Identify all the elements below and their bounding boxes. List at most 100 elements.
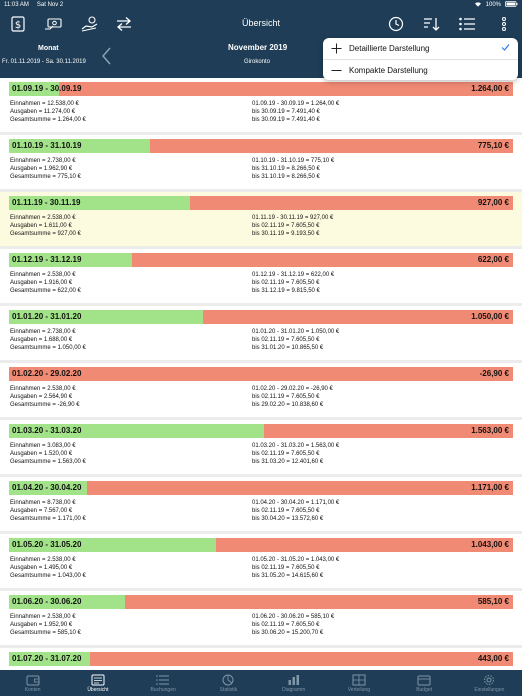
swap-arrows-icon[interactable] — [114, 14, 134, 34]
period-card[interactable]: 01.04.20 - 30.04.20 1.171,00 € Einnahmen =… — [0, 477, 522, 531]
tab-label: Diagramm — [282, 687, 306, 693]
period-card[interactable]: 01.12.19 - 31.12.19 622,00 € Einnahmen = 2… — [0, 249, 522, 303]
tab-label: Budget — [416, 687, 433, 693]
period-card[interactable]: 01.07.20 - 31.07.20443,00 €Einnahmen = 2… — [0, 648, 522, 670]
period-details-left: Einnahmen = 12.538,00 € Ausgaben = 11.274… — [10, 100, 86, 124]
list-view-icon[interactable] — [457, 14, 477, 34]
sort-icon[interactable] — [421, 14, 441, 34]
tab-7[interactable]: Budget — [392, 670, 457, 696]
range-sum-line: 01.06.20 - 30.06.20 = 585,10 € — [252, 614, 335, 620]
income-line: Einnahmen = 2.738,00 € — [10, 158, 76, 164]
period-total: 1.264,00 € — [471, 84, 509, 93]
period-label: 01.01.20 - 31.01.20 — [12, 312, 82, 321]
period-details-left: Einnahmen = 3.083,00 € Ausgaben = 1.520,0… — [10, 442, 86, 466]
sum-line: Gesamtsumme = 927,00 € — [10, 231, 81, 237]
balance-until-line: bis 02.11.19 = 7.605,50 € — [252, 451, 320, 457]
period-card[interactable]: 01.11.19 - 30.11.19 927,00 € Einnahmen = 2… — [0, 192, 522, 246]
period-details-right: 01.10.19 - 31.10.19 = 775,10 € bis 31.10.… — [252, 157, 334, 181]
balance-bar: 01.03.20 - 31.03.20 1.563,00 € — [9, 424, 513, 438]
period-details-right: 01.03.20 - 31.03.20 = 1.563,00 € bis 02.1… — [252, 442, 339, 466]
balance-until-end-line: bis 30.09.19 = 7.491,40 € — [252, 117, 320, 123]
expenses-line: Ausgaben = 1.952,90 € — [10, 622, 73, 628]
period-card[interactable]: 01.06.20 - 30.06.20 585,10 € Einnahmen = 2… — [0, 591, 522, 645]
status-bar: 11:03 AM Sat Nov 2 100% — [0, 0, 522, 10]
detailed-view-option[interactable]: Detaillierte Darstellung — [323, 38, 518, 59]
balance-until-line: bis 30.09.19 = 7.491,40 € — [252, 109, 320, 115]
money-transfer-icon[interactable] — [44, 14, 64, 34]
period-label: 01.05.20 - 31.05.20 — [12, 540, 82, 549]
date-range-label: Fr. 01.11.2019 - Sa. 30.11.2019 — [2, 59, 86, 65]
tab-label: Einstellungen — [474, 687, 505, 693]
balance-bar: 01.05.20 - 31.05.20 1.043,00 € — [9, 538, 513, 552]
balance-until-end-line: bis 29.02.20 = 10.838,60 € — [252, 402, 324, 408]
tab-2[interactable]: Übersicht — [65, 670, 130, 696]
chevron-left-icon[interactable] — [100, 46, 114, 66]
period-total: 1.171,00 € — [471, 483, 509, 492]
range-sum-line: 01.10.19 - 31.10.19 = 775,10 € — [252, 158, 335, 164]
tab-label: Verteilung — [347, 687, 370, 693]
list-icon — [156, 673, 170, 685]
period-card[interactable]: 01.01.20 - 31.01.20 1.050,00 € Einnahmen =… — [0, 306, 522, 360]
detailed-view-label: Detaillierte Darstellung — [349, 44, 430, 53]
period-card[interactable]: 01.03.20 - 31.03.20 1.563,00 € Einnahmen =… — [0, 420, 522, 474]
period-total: 1.050,00 € — [471, 312, 509, 321]
income-line: Einnahmen = 8.738,00 € — [10, 500, 76, 506]
period-label: 01.03.20 - 31.03.20 — [12, 426, 82, 435]
wallet-icon — [26, 673, 40, 686]
period-list[interactable]: 01.09.19 - 30.09.19 1.264,00 € Einnahmen =… — [0, 78, 522, 670]
account-label[interactable]: Girokonto — [244, 59, 270, 65]
compact-view-option[interactable]: Kompakte Darstellung — [323, 60, 518, 81]
income-line: Einnahmen = 2.538,00 € — [10, 557, 76, 563]
tab-6[interactable]: Verteilung — [326, 670, 391, 696]
period-details-right: 01.09.19 - 30.09.19 = 1.264,00 € bis 30.0… — [252, 100, 339, 124]
period-label: 01.04.20 - 30.04.20 — [12, 483, 82, 492]
range-sum-line: 01.11.19 - 30.11.19 = 927,00 € — [252, 215, 334, 221]
period-details-left: Einnahmen = 2.738,00 € Ausgaben = 1.962,9… — [10, 157, 81, 181]
period-details-right: 01.06.20 - 30.06.20 = 585,10 € bis 02.11.… — [252, 613, 334, 637]
expenses-line: Ausgaben = 1.495,00 € — [10, 565, 73, 571]
period-type-label[interactable]: Monat — [38, 45, 59, 52]
period-total: 1.043,00 € — [471, 540, 509, 549]
balance-until-end-line: bis 31.12.19 = 9.815,50 € — [252, 288, 320, 294]
balance-until-line: bis 02.11.19 = 7.605,50 € — [252, 394, 320, 400]
balance-until-line: bis 31.10.19 = 8.266,50 € — [252, 166, 320, 172]
expenses-line: Ausgaben = 7.567,00 € — [10, 508, 73, 514]
period-card[interactable]: 01.09.19 - 30.09.19 1.264,00 € Einnahmen =… — [0, 78, 522, 132]
income-line: Einnahmen = 2.738,00 € — [10, 329, 76, 335]
period-details-left: Einnahmen = 2.538,00 € Ausgaben = 1.495,0… — [10, 556, 86, 580]
hand-coin-icon[interactable] — [80, 14, 100, 34]
expenses-line: Ausgaben = 1.962,90 € — [10, 166, 73, 172]
tab-label: Statistik — [219, 687, 238, 693]
period-card[interactable]: 01.05.20 - 31.05.20 1.043,00 € Einnahmen =… — [0, 534, 522, 588]
period-card[interactable]: 01.10.19 - 31.10.19 775,10 € Einnahmen = 2… — [0, 135, 522, 189]
tab-label: Konten — [24, 687, 41, 693]
view-mode-popover: Detaillierte Darstellung Kompakte Darste… — [323, 38, 518, 80]
tab-1[interactable]: Konten — [0, 670, 65, 696]
period-card[interactable]: 01.02.20 - 29.02.20 -26,90 € Einnahmen = 2… — [0, 363, 522, 417]
dollar-icon[interactable]: $ — [8, 14, 28, 34]
period-details-left: Einnahmen = 2.538,00 € Ausgaben = 1.952,9… — [10, 613, 81, 637]
minus-icon — [331, 65, 342, 76]
income-line: Einnahmen = 2.538,00 € — [10, 386, 76, 392]
balance-bar: 01.04.20 - 30.04.20 1.171,00 € — [9, 481, 513, 495]
clock-icon[interactable] — [386, 14, 406, 34]
tab-5[interactable]: Diagramm — [261, 670, 326, 696]
period-details-right: 01.05.20 - 31.05.20 = 1.043,00 € bis 02.1… — [252, 556, 339, 580]
period-total: 927,00 € — [477, 198, 509, 207]
tab-8[interactable]: Einstellungen — [457, 670, 522, 696]
distribution-icon — [352, 673, 366, 686]
plus-icon — [331, 43, 342, 54]
tab-3[interactable]: Buchungen — [131, 670, 196, 696]
balance-bar: 01.09.19 - 30.09.19 1.264,00 € — [9, 82, 513, 96]
sum-line: Gesamtsumme = 622,00 € — [10, 288, 81, 294]
balance-until-end-line: bis 31.10.19 = 8.266,50 € — [252, 174, 320, 180]
range-sum-line: 01.01.20 - 31.01.20 = 1.050,00 € — [252, 329, 340, 335]
balance-bar: 01.12.19 - 31.12.19 622,00 € — [9, 253, 513, 267]
income-line: Einnahmen = 3.083,00 € — [10, 443, 76, 449]
income-line: Einnahmen = 2.538,00 € — [10, 215, 76, 221]
period-label: 01.07.20 - 31.07.20 — [12, 654, 82, 663]
period-details-right: 01.01.20 - 31.01.20 = 1.050,00 € bis 02.1… — [252, 328, 339, 352]
tab-4[interactable]: Statistik — [196, 670, 261, 696]
more-icon[interactable] — [494, 14, 514, 34]
sum-line: Gesamtsumme = 1.043,00 € — [10, 573, 86, 579]
